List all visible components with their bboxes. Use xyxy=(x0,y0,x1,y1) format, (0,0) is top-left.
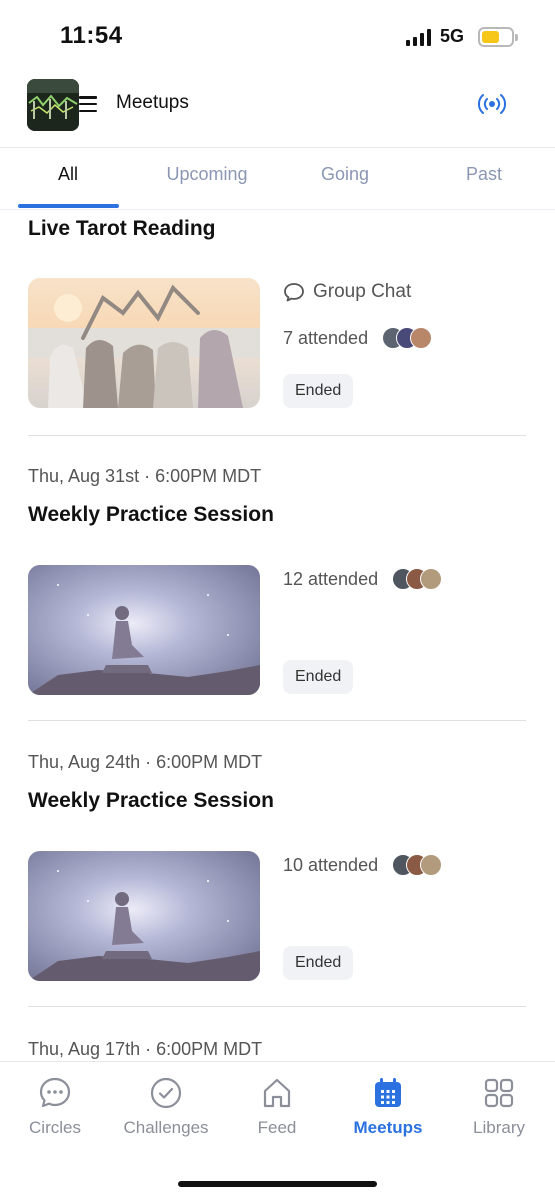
meetup-card[interactable]: Thu, Aug 24th · 6:00PM MDT Weekly Practi… xyxy=(28,752,526,981)
chat-bubble-icon xyxy=(284,283,304,302)
meetup-list: Live Tarot Reading Group Chat 7 attended… xyxy=(0,211,555,1061)
tab-all[interactable]: All xyxy=(8,164,128,185)
home-icon xyxy=(263,1078,291,1108)
meetup-card[interactable]: Thu, Aug 17th · 6:00PM MDT xyxy=(28,1039,526,1060)
tab-past[interactable]: Past xyxy=(424,164,544,185)
nav-challenges[interactable]: Challenges xyxy=(111,1076,221,1138)
community-avatar[interactable] xyxy=(27,79,79,131)
status-time: 11:54 xyxy=(60,22,123,49)
network-type: 5G xyxy=(440,26,465,46)
nav-feed[interactable]: Feed xyxy=(222,1076,332,1138)
status-badge: Ended xyxy=(283,946,354,980)
nav-label: Meetups xyxy=(353,1118,423,1137)
meetup-date: Thu, Aug 17th · 6:00PM MDT xyxy=(28,1039,263,1059)
attendee-avatars[interactable] xyxy=(392,854,443,876)
attended-count: 10 attended xyxy=(283,854,379,875)
tab-upcoming[interactable]: Upcoming xyxy=(147,164,267,185)
attendance-row: 7 attended xyxy=(283,327,433,349)
active-tab-indicator xyxy=(18,204,119,208)
status-badge: Ended xyxy=(283,660,354,694)
home-indicator[interactable] xyxy=(178,1181,377,1187)
nav-label: Feed xyxy=(257,1118,297,1137)
cellular-signal-icon xyxy=(406,28,431,46)
meetup-image xyxy=(28,565,260,695)
page-title: Meetups xyxy=(116,92,189,113)
app-header: Meetups xyxy=(0,70,555,148)
check-circle-icon xyxy=(150,1077,182,1109)
meetup-image xyxy=(28,851,260,981)
divider xyxy=(28,720,526,721)
nav-circles[interactable]: Circles xyxy=(0,1076,110,1138)
calendar-icon xyxy=(375,1078,401,1107)
nav-label: Library xyxy=(473,1118,525,1137)
attendee-avatars[interactable] xyxy=(392,568,443,590)
meetup-title: Weekly Practice Session xyxy=(28,789,274,812)
grid-icon xyxy=(484,1078,514,1108)
divider xyxy=(28,435,526,436)
meetup-filter-tabs: All Upcoming Going Past xyxy=(0,148,555,210)
nav-label: Circles xyxy=(29,1118,81,1137)
broadcast-icon[interactable] xyxy=(477,92,507,116)
attendance-row: 10 attended xyxy=(283,854,443,876)
meetup-title: Weekly Practice Session xyxy=(28,503,274,526)
attendee-avatars[interactable] xyxy=(382,327,433,349)
nav-label: Challenges xyxy=(123,1118,209,1137)
attended-count: 7 attended xyxy=(283,327,369,348)
nav-library[interactable]: Library xyxy=(444,1076,554,1138)
group-chat-label: Group Chat xyxy=(313,281,412,302)
group-chat-link[interactable]: Group Chat xyxy=(283,281,432,303)
attendee-avatar xyxy=(410,327,433,349)
tab-going[interactable]: Going xyxy=(285,164,405,185)
divider xyxy=(28,1006,526,1007)
hamburger-menu-icon[interactable] xyxy=(79,96,97,112)
meetup-title: Live Tarot Reading xyxy=(28,217,216,240)
meetup-date: Thu, Aug 31st · 6:00PM MDT xyxy=(28,466,262,486)
attendance-row: 12 attended xyxy=(283,568,443,590)
bottom-navigation: Circles Challenges Feed Meetups Library xyxy=(0,1061,555,1200)
attendee-avatar xyxy=(420,854,443,876)
meetup-info: Group Chat 7 attended xyxy=(283,281,433,349)
status-badge: Ended xyxy=(283,374,354,408)
battery-icon xyxy=(478,27,518,47)
status-bar: 11:54 5G xyxy=(0,0,555,70)
meetup-image xyxy=(28,278,260,408)
meetup-card[interactable]: Thu, Aug 31st · 6:00PM MDT Weekly Practi… xyxy=(28,466,526,695)
attendee-avatar xyxy=(420,568,443,590)
chat-bubble-icon xyxy=(39,1077,71,1108)
meetup-date: Thu, Aug 24th · 6:00PM MDT xyxy=(28,752,263,772)
nav-meetups[interactable]: Meetups xyxy=(333,1076,443,1138)
attended-count: 12 attended xyxy=(283,568,379,589)
